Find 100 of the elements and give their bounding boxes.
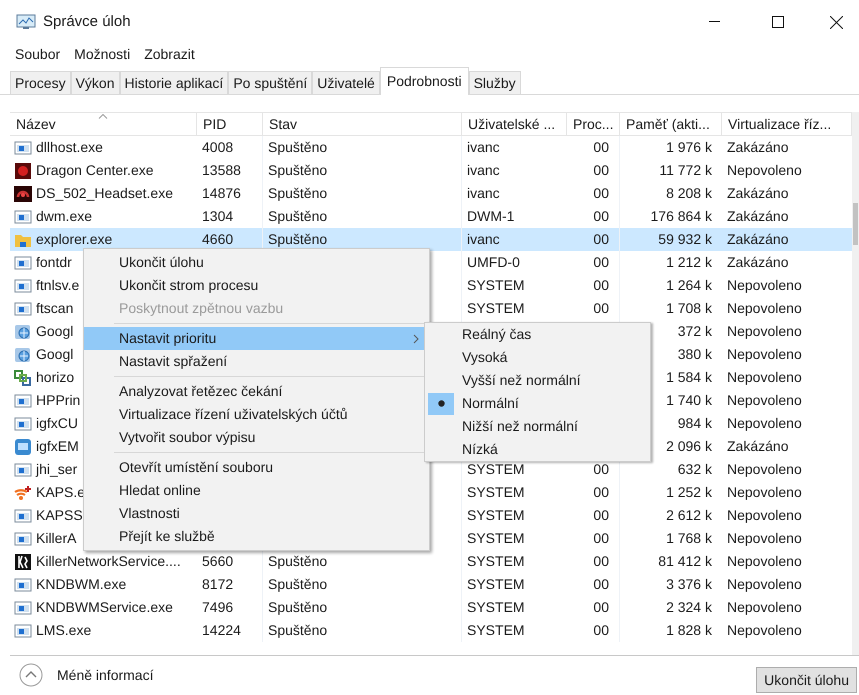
table-cell-text: 59 932 k: [658, 230, 712, 249]
table-row[interactable]: DS_502_Headset.exe 14876 Spuštěno ivanc 00 8 208 k Zakázáno: [10, 182, 852, 205]
window-icon: [14, 392, 32, 408]
priority-option[interactable]: Nižší než normální: [425, 415, 650, 438]
table-cell-text: SYSTEM: [467, 621, 525, 640]
table-cell-text: 1 976 k: [666, 138, 712, 157]
table-cell-text: SYSTEM: [467, 529, 525, 548]
tab[interactable]: Historie aplikací: [120, 71, 228, 94]
bullet-icon: [438, 400, 444, 407]
window-icon: [14, 508, 32, 524]
column-header[interactable]: PID: [197, 113, 263, 135]
scrollbar-thumb[interactable]: [853, 203, 858, 245]
table-cell-text: 1 252 k: [666, 483, 712, 502]
table-cell-text: Zakázáno: [727, 184, 788, 203]
table-cell-text: 13588: [202, 161, 241, 180]
table-cell-text: Spuštěno: [268, 184, 328, 203]
table-cell-text: 1 212 k: [666, 253, 712, 272]
table-cell-text: 00: [593, 276, 609, 295]
dragon-icon: [14, 162, 32, 178]
table-cell-text: 00: [593, 483, 609, 502]
table-cell-text: 81 412 k: [658, 552, 712, 571]
table-cell-text: 14224: [202, 621, 241, 640]
menu-item[interactable]: Soubor: [8, 44, 68, 64]
table-row[interactable]: LMS.exe 14224 Spuštěno SYSTEM 00 1 828 k Nepovoleno: [10, 619, 852, 642]
table-cell-text: SYSTEM: [467, 483, 525, 502]
context-menu-item[interactable]: Ukončit strom procesu: [84, 274, 429, 297]
table-cell-text: 00: [593, 506, 609, 525]
table-cell-text: 00: [593, 230, 609, 249]
table-cell-text: 5660: [202, 552, 234, 571]
table-cell-text: 00: [593, 460, 609, 479]
table-cell-text: KillerA: [36, 529, 76, 548]
tab[interactable]: Služby: [468, 71, 521, 94]
table-cell-text: 3 376 k: [666, 575, 712, 594]
table-cell-text: 1 708 k: [666, 299, 712, 318]
table-cell-text: horizo: [36, 368, 74, 387]
column-header[interactable]: Název: [10, 113, 197, 135]
context-menu-item[interactable]: Ukončit úlohu: [84, 251, 429, 274]
table-cell-text: SYSTEM: [467, 299, 525, 318]
column-header[interactable]: Stav: [263, 113, 462, 135]
table-cell-text: SYSTEM: [467, 460, 525, 479]
table-cell-text: KillerNetworkService....: [36, 552, 181, 571]
column-header[interactable]: Proc...: [567, 113, 620, 135]
window-title: Správce úloh: [43, 12, 131, 32]
window-icon: [14, 254, 32, 270]
table-row[interactable]: explorer.exe 4660 Spuštěno ivanc 00 59 932 k Zakázáno: [10, 228, 852, 251]
end-task-button[interactable]: Ukončit úlohu: [756, 667, 857, 693]
table-cell-text: Nepovoleno: [727, 621, 802, 640]
table-cell-text: Googl: [36, 345, 74, 364]
context-menu-item[interactable]: Vlastnosti: [84, 502, 429, 525]
tab[interactable]: Výkon: [70, 71, 120, 94]
table-cell-text: dwm.exe: [36, 207, 92, 226]
table-cell-text: Zakázáno: [727, 230, 788, 249]
table-cell-text: 4660: [202, 230, 234, 249]
table-cell-text: 00: [593, 184, 609, 203]
table-cell-text: Nepovoleno: [727, 345, 802, 364]
tab[interactable]: Po spuštění: [228, 71, 312, 94]
table-cell-text: ivanc: [467, 184, 500, 203]
minimize-icon: [708, 21, 720, 23]
priority-option[interactable]: Vyšší než normální: [425, 369, 650, 392]
close-icon: [830, 16, 842, 28]
table-row[interactable]: KNDBWMService.exe 7496 Spuštěno SYSTEM 00 2 324 k Nepovoleno: [10, 596, 852, 619]
table-cell-text: jhi_ser: [36, 460, 78, 479]
window-icon: [14, 530, 32, 546]
table-cell-text: Spuštěno: [268, 230, 328, 249]
table-cell-text: HPPrin: [36, 391, 80, 410]
table-cell-text: 632 k: [678, 460, 712, 479]
table-cell-text: 8172: [202, 575, 234, 594]
window-icon: [14, 278, 32, 294]
column-header[interactable]: Paměť (akti...: [620, 113, 722, 135]
priority-option[interactable]: Normální: [425, 392, 650, 415]
menu-item[interactable]: Zobrazit: [137, 44, 202, 64]
context-menu-item[interactable]: Hledat online: [84, 479, 429, 502]
table-cell-text: Nepovoleno: [727, 161, 802, 180]
table-cell-text: Zakázáno: [727, 207, 788, 226]
squares-icon: [14, 370, 32, 386]
wifi-icon: [14, 484, 32, 500]
column-header[interactable]: Uživatelské ...: [462, 113, 567, 135]
table-cell-text: 8 208 k: [666, 184, 712, 203]
less-details-link[interactable]: Méně informací: [57, 664, 154, 686]
table-cell-text: KNDBWMService.exe: [36, 598, 173, 617]
table-cell-text: 00: [593, 253, 609, 272]
table-row[interactable]: Dragon Center.exe 13588 Spuštěno ivanc 00 11 772 k Nepovoleno: [10, 159, 852, 182]
menu-item[interactable]: Možnosti: [67, 44, 138, 64]
context-menu-item[interactable]: Přejít ke službě: [84, 525, 429, 548]
table-cell-text: 00: [593, 299, 609, 318]
table-row[interactable]: dllhost.exe 4008 Spuštěno ivanc 00 1 976 k Zakázáno: [10, 136, 852, 159]
table-row[interactable]: KNDBWM.exe 8172 Spuštěno SYSTEM 00 3 376 k Nepovoleno: [10, 573, 852, 596]
table-cell-text: Spuštěno: [268, 161, 328, 180]
tab[interactable]: Uživatelé: [312, 71, 380, 94]
chevron-right-icon: [413, 334, 419, 344]
table-cell-text: 14876: [202, 184, 241, 203]
table-cell-text: 11 772 k: [659, 161, 712, 180]
monitor-icon: [14, 438, 32, 454]
table-cell-text: 2 096 k: [666, 437, 712, 456]
table-cell-text: 1 584 k: [666, 368, 712, 387]
table-cell-text: SYSTEM: [467, 276, 525, 295]
tab[interactable]: Podrobnosti: [380, 67, 469, 95]
table-cell-text: 00: [593, 552, 609, 571]
table-cell-text: Nepovoleno: [727, 529, 802, 548]
tab[interactable]: Procesy: [10, 71, 71, 94]
